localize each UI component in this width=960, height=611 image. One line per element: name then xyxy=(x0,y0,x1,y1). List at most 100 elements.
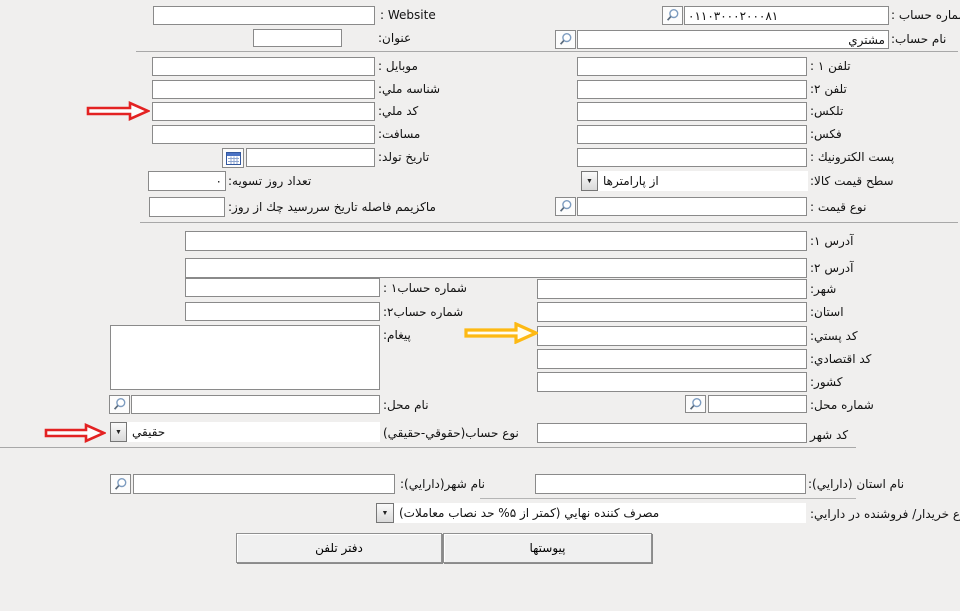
address1-label: آدرس ۱: xyxy=(810,234,853,249)
account-type-label: نوع حساب(حقوقي-حقيقي) xyxy=(383,426,519,441)
red-arrow-annotation xyxy=(44,423,106,443)
birthdate-calendar-button[interactable] xyxy=(222,148,244,168)
yellow-arrow-annotation xyxy=(464,322,538,344)
country-input[interactable] xyxy=(537,372,807,392)
account-number-input[interactable] xyxy=(684,6,889,25)
postal-code-label: كد پستي: xyxy=(810,329,858,344)
title-label: عنوان: xyxy=(378,31,411,46)
birthdate-label: تاريخ تولد: xyxy=(378,150,429,165)
national-code-label: كد ملي: xyxy=(378,104,418,119)
price-type-label: نوع قيمت : xyxy=(810,200,866,215)
province-label: استان: xyxy=(810,305,844,320)
title-input[interactable] xyxy=(253,29,342,47)
national-id-input[interactable] xyxy=(152,80,375,99)
country-label: كشور: xyxy=(810,375,842,390)
separator-buyer-type xyxy=(480,498,856,499)
max-cheque-gap-label: ماكزيمم فاصله تاريخ سررسيد چك از روز: xyxy=(228,200,436,215)
max-cheque-gap-input[interactable] xyxy=(149,197,225,217)
message-textarea[interactable] xyxy=(110,325,380,390)
place-name-label: نام محل: xyxy=(383,398,429,413)
message-label: پيغام: xyxy=(383,328,411,343)
price-level-label: سطح قيمت كالا: xyxy=(810,174,894,189)
province-input[interactable] xyxy=(537,302,807,322)
account-type-dropdown-button[interactable]: ▼ xyxy=(110,422,127,442)
place-name-input[interactable] xyxy=(131,395,380,414)
price-level-value: از پارامترها xyxy=(603,174,659,188)
email-label: پست الكترونيك : xyxy=(810,150,894,165)
buyer-type-combobox[interactable]: مصرف كننده نهايي (كمتر از ۵% حد نصاب معا… xyxy=(394,503,806,523)
city-label: شهر: xyxy=(810,282,836,297)
tax-city-search-button[interactable] xyxy=(110,474,131,494)
chevron-down-icon: ▼ xyxy=(115,429,122,436)
search-icon xyxy=(112,397,127,412)
account-type-combobox[interactable]: حقيقي xyxy=(127,422,380,442)
telex-label: تلكس: xyxy=(810,104,843,119)
address2-label: آدرس ۲: xyxy=(810,261,853,276)
phone2-input[interactable] xyxy=(577,80,807,99)
place-number-input[interactable] xyxy=(708,395,807,413)
place-name-search-button[interactable] xyxy=(109,395,130,414)
national-code-input[interactable] xyxy=(152,102,375,121)
mobile-input[interactable] xyxy=(152,57,375,76)
tax-province-name-input[interactable] xyxy=(535,474,806,494)
red-arrow-annotation xyxy=(86,101,150,121)
place-number-label: شماره محل: xyxy=(810,398,874,413)
buyer-type-label: نوع خريدار/ فروشنده در دارايي: xyxy=(810,507,960,522)
fax-input[interactable] xyxy=(577,125,807,144)
chevron-down-icon: ▼ xyxy=(382,510,389,517)
separator-middle xyxy=(140,222,958,223)
address1-input[interactable] xyxy=(185,231,807,251)
website-label: Website : xyxy=(380,8,436,23)
economic-code-input[interactable] xyxy=(537,349,807,369)
separator-tax xyxy=(0,447,856,448)
mobile-label: موبايل : xyxy=(378,59,418,74)
city-input[interactable] xyxy=(537,279,807,299)
account-name-label: نام حساب: xyxy=(891,32,946,47)
account1-label: شماره حساب۱ : xyxy=(383,281,467,296)
search-icon xyxy=(688,397,703,412)
telex-input[interactable] xyxy=(577,102,807,121)
website-input[interactable] xyxy=(153,6,375,25)
economic-code-label: كد اقتصادي: xyxy=(810,352,871,367)
account-type-value: حقيقي xyxy=(132,425,165,439)
account-name-input[interactable] xyxy=(577,30,889,49)
birthdate-input[interactable] xyxy=(246,148,375,167)
distance-input[interactable] xyxy=(152,125,375,144)
account2-input[interactable] xyxy=(185,302,380,321)
tax-province-name-label: نام استان (دارايي): xyxy=(808,477,904,492)
calendar-icon xyxy=(226,152,241,165)
distance-label: مسافت: xyxy=(378,127,420,142)
account1-input[interactable] xyxy=(185,278,380,297)
phone-book-button[interactable]: دفتر تلفن xyxy=(236,533,442,563)
search-icon xyxy=(113,477,128,492)
tax-city-name-label: نام شهر(دارايي): xyxy=(400,477,485,492)
price-type-input[interactable] xyxy=(577,197,807,216)
phone2-label: تلفن ۲: xyxy=(810,82,847,97)
price-level-combobox[interactable]: از پارامترها xyxy=(598,171,808,191)
price-level-dropdown-button[interactable]: ▼ xyxy=(581,171,598,191)
account-number-search-button[interactable] xyxy=(662,6,683,25)
price-type-search-button[interactable] xyxy=(555,197,576,216)
buyer-type-dropdown-button[interactable]: ▼ xyxy=(376,503,394,523)
attachments-button[interactable]: پيوستها xyxy=(443,533,652,563)
national-id-label: شناسه ملي: xyxy=(378,82,440,97)
phone1-label: تلفن ۱ : xyxy=(810,59,851,74)
settlement-days-label: تعداد روز تسويه: xyxy=(228,174,311,189)
address2-input[interactable] xyxy=(185,258,807,278)
tax-city-name-input[interactable] xyxy=(133,474,395,494)
search-icon xyxy=(665,8,680,23)
place-number-search-button[interactable] xyxy=(685,395,706,413)
search-icon xyxy=(558,199,573,214)
account2-label: شماره حساب۲: xyxy=(383,305,463,320)
postal-code-input[interactable] xyxy=(537,326,807,346)
phone1-input[interactable] xyxy=(577,57,807,76)
city-code-input[interactable] xyxy=(537,423,807,443)
chevron-down-icon: ▼ xyxy=(586,178,593,185)
fax-label: فكس: xyxy=(810,127,842,142)
email-input[interactable] xyxy=(577,148,807,167)
account-name-search-button[interactable] xyxy=(555,30,576,49)
account-number-label: شماره حساب : xyxy=(891,8,960,23)
separator-top xyxy=(136,51,958,52)
city-code-label: كد شهر xyxy=(810,428,848,443)
settlement-days-input[interactable] xyxy=(148,171,226,191)
